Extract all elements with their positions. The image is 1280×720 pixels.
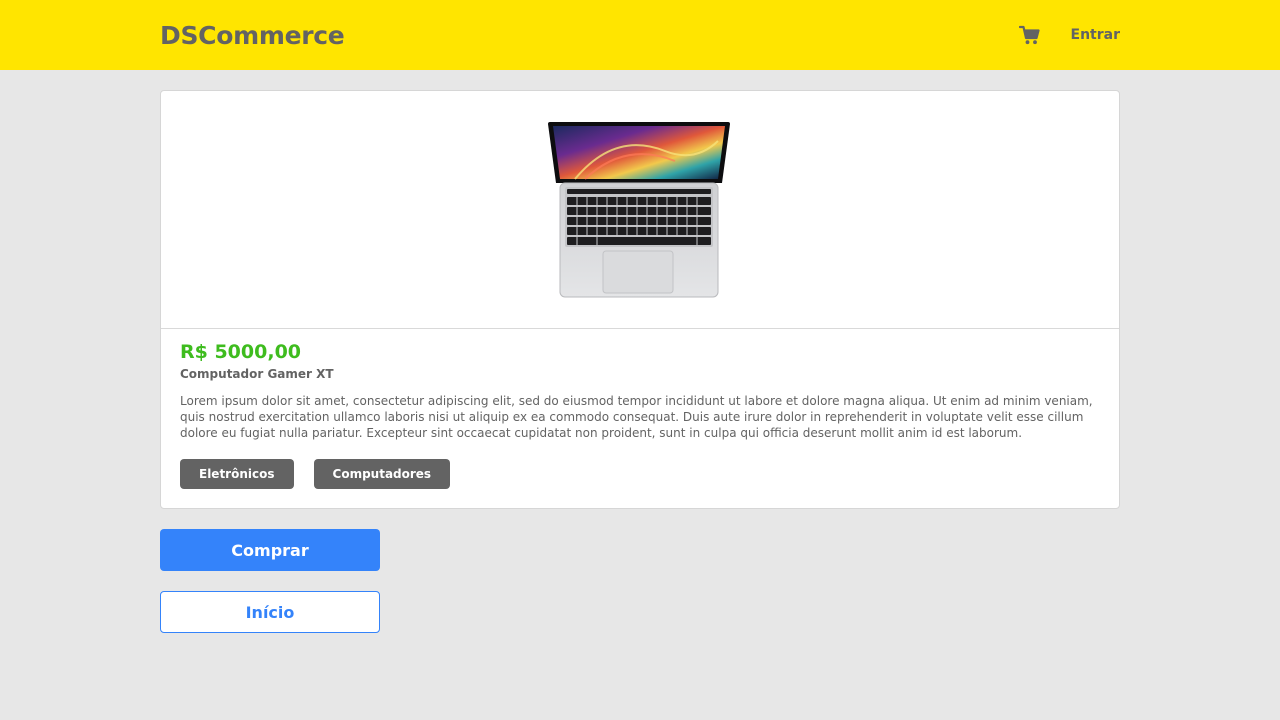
product-name: Computador Gamer XT xyxy=(180,367,334,381)
product-price: R$ 5000,00 xyxy=(180,341,302,363)
product-description: Lorem ipsum dolor sit amet, consectetur … xyxy=(180,394,1093,440)
cart-icon[interactable] xyxy=(1018,24,1041,46)
header-nav: Entrar xyxy=(1018,24,1120,46)
product-image-section xyxy=(161,91,1119,329)
header-container: DSCommerce Entrar xyxy=(160,0,1120,70)
product-details-card: R$ 5000,00 Computador Gamer XT Lorem ips… xyxy=(160,90,1120,509)
login-link[interactable]: Entrar xyxy=(1071,27,1120,43)
site-header: DSCommerce Entrar xyxy=(0,0,1280,70)
category-pill-eletronicos[interactable]: Eletrônicos xyxy=(180,459,294,489)
brand-logo[interactable]: DSCommerce xyxy=(160,21,345,50)
category-pill-computadores[interactable]: Computadores xyxy=(313,459,451,489)
buy-button[interactable]: Comprar xyxy=(160,529,380,571)
category-list: Eletrônicos Computadores xyxy=(180,459,1100,489)
home-button[interactable]: Início xyxy=(160,591,380,633)
main-content: R$ 5000,00 Computador Gamer XT Lorem ips… xyxy=(160,90,1120,633)
product-info: R$ 5000,00 Computador Gamer XT Lorem ips… xyxy=(161,329,1119,489)
laptop-image xyxy=(548,121,730,297)
